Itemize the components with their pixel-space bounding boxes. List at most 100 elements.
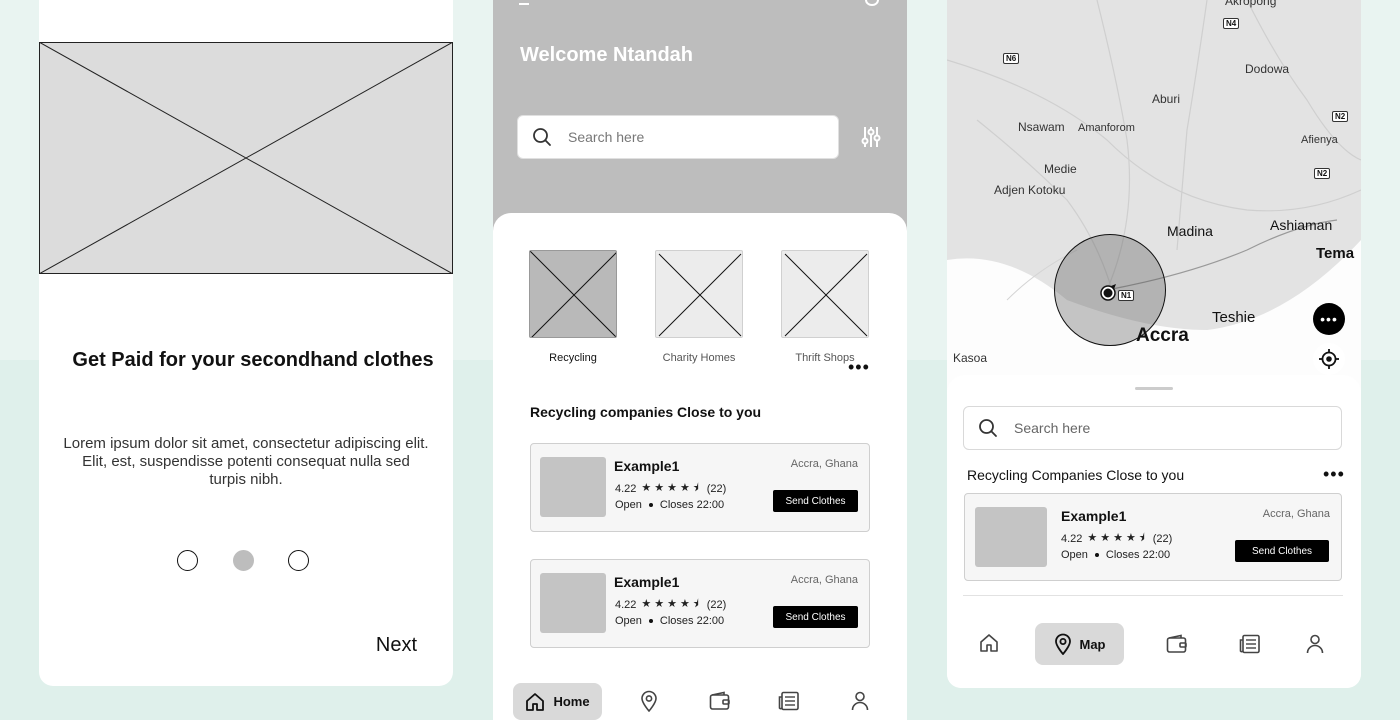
bullet-separator [648,503,653,507]
review-count: (22) [706,482,727,495]
company-card[interactable]: Example1 Accra, Ghana 4.22 ★★★★⯨ (22) Op… [530,443,870,532]
road-shield-n2: N2 [1332,111,1349,122]
onboarding-body: Lorem ipsum dolor sit amet, consectetur … [63,435,429,488]
nav-map-label: Map [1079,636,1106,652]
open-status: Open [1061,549,1088,561]
home-content-sheet: Recycling Charity Homes Thrift Shops •••… [493,213,907,720]
nav-news[interactable] [1239,634,1261,654]
page-dot-active[interactable] [232,549,254,571]
search-input[interactable]: Search here [963,406,1342,450]
map-label-ashiaman: Ashiaman [1270,217,1333,233]
section-title: Recycling Companies Close to you [967,467,1185,483]
more-icon[interactable]: ••• [848,358,870,376]
company-thumbnail [975,507,1047,567]
nav-profile[interactable] [1306,634,1324,654]
page-indicator [177,549,309,571]
nav-profile[interactable] [851,691,869,711]
map-label-akropong: Akropong [1225,0,1277,8]
road-shield-n2: N2 [1314,168,1331,179]
company-name: Example1 [614,574,680,590]
map-label-teshie: Teshie [1212,309,1256,326]
bullet-separator [648,619,653,623]
send-clothes-button[interactable]: Send Clothes [1235,540,1329,562]
wallet-icon [1166,634,1187,653]
company-thumbnail [540,457,606,517]
send-clothes-button[interactable]: Send Clothes [773,606,858,628]
home-icon [980,634,998,652]
category-image-placeholder [781,250,869,338]
map-label-dodowa: Dodowa [1245,62,1290,76]
my-location-button[interactable] [1313,343,1345,375]
nav-map[interactable] [639,690,659,712]
map-label-adjen-kotoku: Adjen Kotoku [994,183,1066,197]
filter-icon[interactable] [861,126,881,148]
rating-value: 4.22 [615,482,637,495]
nav-news[interactable] [778,691,800,711]
map-more-button[interactable]: ••• [1313,303,1345,335]
company-location: Accra, Ghana [790,574,858,586]
company-rating: 4.22 ★★★★⯨ (22) [615,479,726,498]
category-recycling[interactable]: Recycling [529,250,617,364]
company-name: Example1 [1061,508,1127,524]
list-divider [963,595,1343,596]
company-rating: 4.22 ★★★★⯨ (22) [1061,529,1172,548]
onboarding-title: Get Paid for your secondhand clothes [72,349,434,371]
company-location: Accra, Ghana [790,458,858,470]
next-button[interactable]: Next [376,634,417,657]
profile-icon [851,691,869,711]
bottom-nav: Map [947,623,1361,665]
nav-home[interactable] [979,633,999,653]
map-label-amanforom: Amanforom [1078,122,1135,134]
category-charity-homes[interactable]: Charity Homes [655,250,743,364]
search-icon [533,128,551,146]
home-icon [526,692,545,711]
review-count: (22) [1152,532,1173,545]
nav-map[interactable]: Map [1035,623,1124,665]
page-dot[interactable] [288,549,309,571]
company-card[interactable]: Example1 Accra, Ghana 4.22 ★★★★⯨ (22) Op… [964,493,1342,581]
rating-stars-icon: ★★★★⯨ [641,598,702,610]
nav-wallet[interactable] [1166,634,1188,654]
search-placeholder: Search here [1014,420,1091,436]
category-label: Charity Homes [662,352,736,364]
rating-stars-icon: ★★★★⯨ [1087,532,1148,544]
map-label-kasoa: Kasoa [953,351,988,365]
location-pin-icon [641,690,657,712]
road-shield-n4: N4 [1223,18,1240,29]
open-status: Open [615,615,642,627]
sheet-drag-handle[interactable] [1135,387,1173,390]
search-placeholder: Search here [568,129,645,145]
company-card[interactable]: Example1 Accra, Ghana 4.22 ★★★★⯨ (22) Op… [530,559,870,648]
nav-wallet[interactable] [709,691,731,711]
company-status: Open Closes 22:00 [615,615,724,627]
notification-icon[interactable] [865,0,879,6]
news-icon [1239,634,1260,654]
rating-stars-icon: ★★★★⯨ [641,482,702,494]
rating-value: 4.22 [615,598,637,611]
news-icon [778,691,799,711]
menu-icon[interactable] [519,3,529,5]
road-shield-n1: N1 [1118,290,1135,301]
send-clothes-button[interactable]: Send Clothes [773,490,858,512]
category-label: Recycling [549,352,597,364]
category-thrift-shops[interactable]: Thrift Shops [781,250,869,364]
review-count: (22) [706,598,727,611]
map-label-medie: Medie [1044,162,1077,176]
map-view[interactable]: Akropong Dodowa Aburi Nsawam Amanforom A… [947,0,1361,390]
search-input[interactable]: Search here [517,115,839,159]
company-rating: 4.22 ★★★★⯨ (22) [615,595,726,614]
map-label-aburi: Aburi [1152,92,1181,106]
map-label-nsawam: Nsawam [1018,120,1065,134]
onboarding-screen: Get Paid for your secondhand clothes Lor… [39,0,453,686]
bullet-separator [1094,553,1099,557]
company-location: Accra, Ghana [1262,508,1330,520]
top-bar [519,0,879,10]
page-dot[interactable] [177,549,198,571]
nav-home-label: Home [553,694,590,709]
more-icon: ••• [1320,311,1338,327]
more-icon[interactable]: ••• [1323,465,1345,483]
company-status: Open Closes 22:00 [615,499,724,511]
map-label-tema: Tema [1316,245,1355,262]
nav-home[interactable]: Home [513,683,602,720]
map-bottom-sheet: Search here Recycling Companies Close to… [947,375,1361,688]
